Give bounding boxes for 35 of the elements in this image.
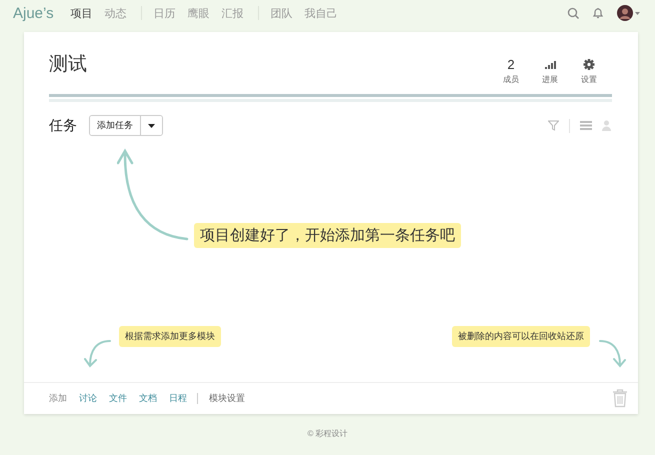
nav-item[interactable]: 项目 (70, 6, 93, 20)
nav-item[interactable]: 鹰眼 (188, 6, 210, 20)
list-icon (580, 120, 592, 131)
stat-button[interactable]: 设置 (578, 57, 600, 85)
module-link[interactable]: 模块设置 (209, 392, 245, 405)
person-icon (602, 120, 611, 131)
hint-label: 根据需求添加更多模块 (119, 326, 221, 347)
nav-item[interactable]: 日历 (154, 6, 176, 20)
section-title: 任务 (49, 116, 77, 134)
arrow-icon (117, 147, 189, 243)
arrow-icon (598, 339, 626, 369)
module-link[interactable]: 文档 (139, 392, 157, 405)
copyright-text: © 彩程设计 (307, 429, 348, 438)
stat-button[interactable]: 2 成员 (500, 57, 522, 85)
project-title: 测试 (49, 53, 87, 77)
logo[interactable]: Ajue’s (13, 4, 54, 22)
nav-item[interactable]: 动态 (104, 6, 127, 20)
search-icon[interactable] (567, 7, 579, 19)
avatar-menu[interactable] (617, 5, 641, 21)
hint-label: 项目创建好了，开始添加第一条任务吧 (194, 223, 461, 248)
module-link[interactable]: 文件 (109, 392, 127, 405)
caret-icon (148, 124, 155, 128)
nav-item[interactable]: 汇报 (222, 6, 244, 20)
add-task-button[interactable]: 添加任务 (90, 116, 141, 135)
filter-icon (548, 120, 559, 131)
bell-icon[interactable] (592, 7, 604, 19)
nav-item[interactable]: 我自己 (304, 6, 338, 20)
section-label: 添加 (49, 392, 67, 405)
module-link[interactable]: 讨论 (79, 392, 97, 405)
arrow-icon (84, 339, 112, 369)
nav-item[interactable]: 团队 (270, 6, 293, 20)
hint-label: 被删除的内容可以在回收站还原 (452, 326, 590, 347)
stat-button[interactable]: 进展 (539, 57, 561, 85)
module-link[interactable]: 日程 (169, 392, 187, 405)
gear-icon (583, 57, 595, 72)
